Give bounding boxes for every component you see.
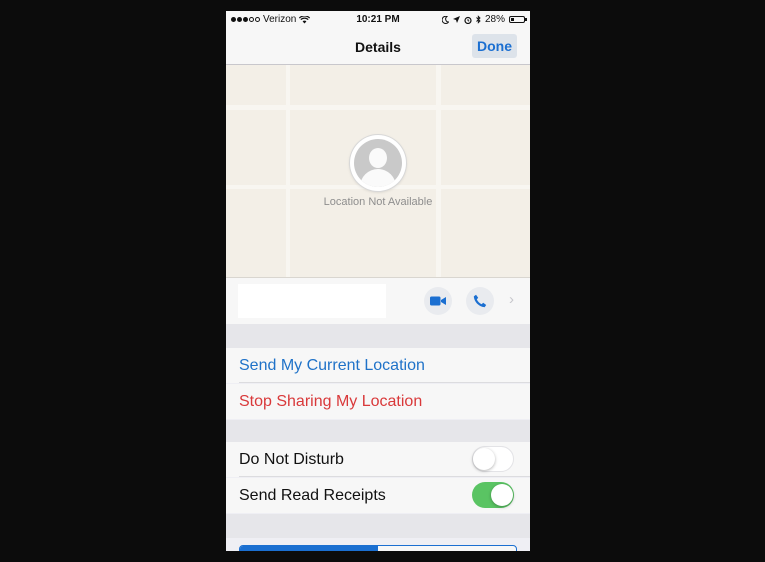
segmented-control[interactable] <box>239 545 517 551</box>
video-camera-icon <box>430 296 446 306</box>
status-right: 28% <box>441 14 527 25</box>
send-read-receipts-label: Send Read Receipts <box>239 487 386 504</box>
section-gap <box>226 324 530 348</box>
row-separator <box>239 382 530 383</box>
send-current-location-button[interactable]: Send My Current Location <box>226 348 530 383</box>
location-map[interactable]: Location Not Available <box>226 65 530 278</box>
map-road <box>286 65 290 277</box>
phone-icon <box>473 294 487 308</box>
send-read-receipts-row: Send Read Receipts <box>226 478 530 513</box>
stop-sharing-location-button[interactable]: Stop Sharing My Location <box>226 384 530 419</box>
done-button[interactable]: Done <box>472 34 517 58</box>
do-not-disturb-label: Do Not Disturb <box>239 451 344 468</box>
row-separator <box>239 476 530 477</box>
battery-percent: 28% <box>484 14 505 25</box>
send-read-receipts-toggle[interactable] <box>472 482 514 508</box>
alarm-icon <box>464 16 472 24</box>
do-not-disturb-toggle[interactable] <box>472 446 514 472</box>
status-bar: Verizon 10:21 PM 28% <box>226 11 530 29</box>
battery-icon <box>509 16 527 23</box>
contact-row[interactable]: › <box>226 278 530 324</box>
segment-selected[interactable] <box>240 546 378 551</box>
stop-sharing-location-label: Stop Sharing My Location <box>239 393 423 410</box>
section-gap <box>226 420 530 442</box>
location-arrow-icon <box>452 16 460 23</box>
contact-avatar <box>350 135 406 191</box>
toggle-knob <box>473 448 495 470</box>
map-road <box>226 105 530 110</box>
moon-icon <box>441 15 449 24</box>
navigation-bar: Details Done <box>226 29 530 65</box>
do-not-disturb-row: Do Not Disturb <box>226 442 530 477</box>
send-current-location-label: Send My Current Location <box>239 357 425 374</box>
person-placeholder-icon <box>354 139 402 187</box>
details-screen: Verizon 10:21 PM 28% Details Done Locati… <box>226 11 530 551</box>
bluetooth-icon <box>476 15 481 24</box>
location-status-text: Location Not Available <box>323 196 433 208</box>
map-road <box>436 65 441 277</box>
video-call-button[interactable] <box>424 287 452 315</box>
toggle-knob <box>491 484 513 506</box>
chevron-right-icon[interactable]: › <box>509 291 514 308</box>
section-gap <box>226 514 530 538</box>
contact-name[interactable] <box>238 284 386 318</box>
phone-call-button[interactable] <box>466 287 494 315</box>
